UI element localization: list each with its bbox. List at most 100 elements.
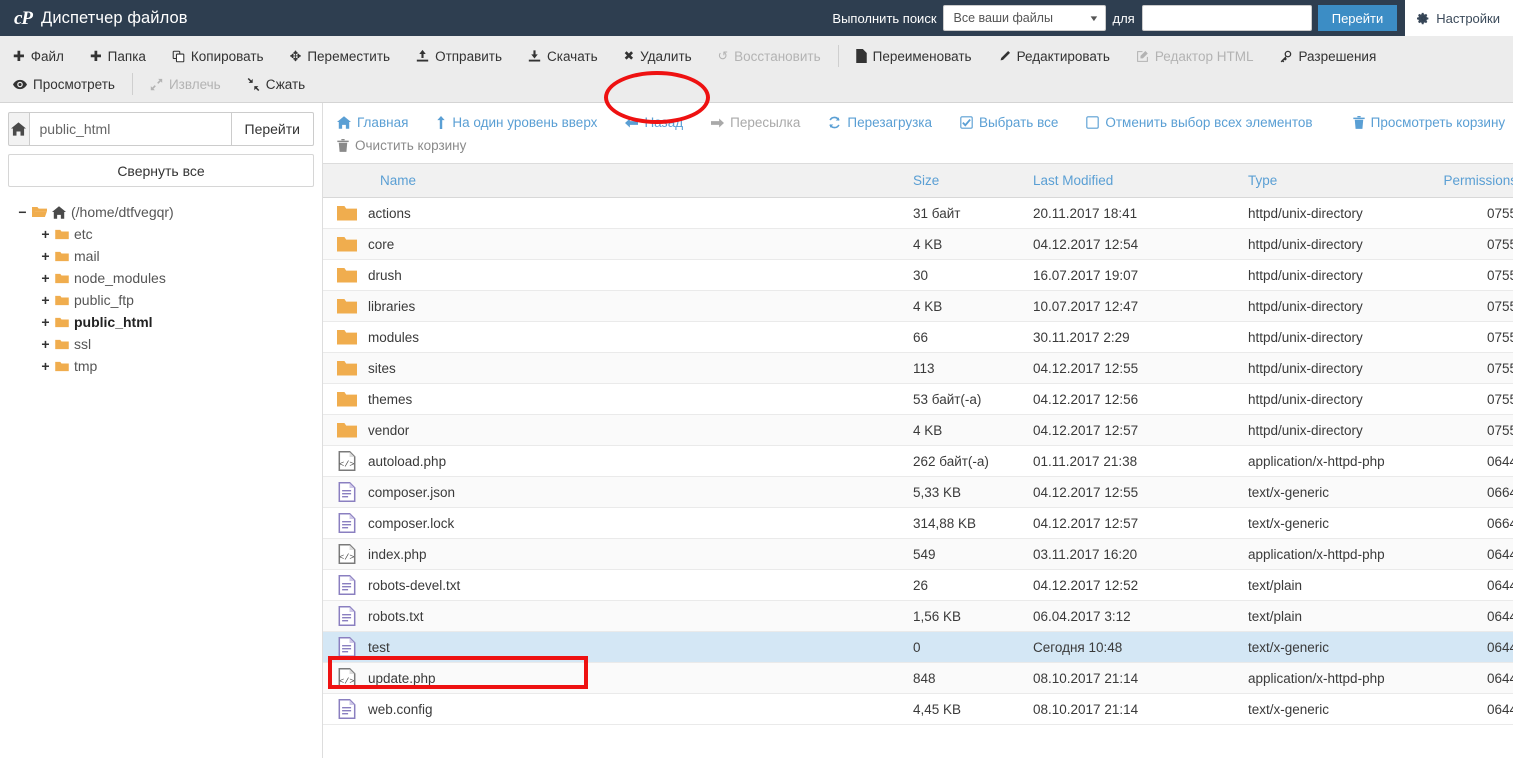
table-row[interactable]: composer.json 5,33 KB 04.12.2017 12:55 text… bbox=[323, 476, 1513, 508]
permissions-button[interactable]: Разрешения bbox=[1266, 45, 1389, 68]
twisty-expand-icon[interactable]: + bbox=[41, 226, 50, 242]
twisty-expand-icon[interactable]: + bbox=[41, 270, 50, 286]
tree-node-public_html[interactable]: + public_html bbox=[8, 311, 314, 333]
file-permissions-cell: 0664 bbox=[1486, 515, 1513, 531]
twisty-collapse-icon[interactable]: − bbox=[18, 204, 27, 220]
path-input[interactable] bbox=[29, 112, 232, 146]
table-row[interactable]: drush 30 16.07.2017 19:07 httpd/unix-direct… bbox=[323, 260, 1513, 291]
file-name-cell[interactable]: composer.lock bbox=[323, 508, 913, 539]
column-header-last-modified[interactable]: Last Modified bbox=[1033, 164, 1248, 198]
copy-icon bbox=[172, 50, 185, 63]
file-name-cell[interactable]: drush bbox=[323, 260, 913, 291]
table-row[interactable]: composer.lock 314,88 KB 04.12.2017 12:57 te… bbox=[323, 508, 1513, 539]
search-input[interactable] bbox=[1141, 5, 1312, 31]
file-manager-page: cP Диспетчер файлов Выполнить поиск Все … bbox=[0, 0, 1513, 759]
folder-icon bbox=[55, 317, 69, 328]
file-name-cell[interactable]: test bbox=[323, 632, 913, 663]
table-row[interactable]: themes 53 байт(-а) 04.12.2017 12:56 httpd/u… bbox=[323, 384, 1513, 415]
file-name-cell[interactable]: libraries bbox=[323, 291, 913, 322]
table-row[interactable]: core 4 KB 04.12.2017 12:54 httpd/unix-direc… bbox=[323, 228, 1513, 260]
download-button[interactable]: Скачать bbox=[515, 45, 611, 68]
column-header-name[interactable]: Name bbox=[323, 164, 913, 198]
x-icon: ✖ bbox=[623, 48, 635, 63]
upload-button[interactable]: Отправить bbox=[403, 45, 515, 68]
file-modified-cell: 10.07.2017 12:47 bbox=[1033, 298, 1139, 314]
path-go-button[interactable]: Перейти bbox=[231, 112, 314, 146]
file-modified-cell: 06.04.2017 3:12 bbox=[1033, 608, 1131, 624]
delete-button[interactable]: ✖ Удалить bbox=[611, 45, 705, 68]
twisty-expand-icon[interactable]: + bbox=[41, 248, 50, 264]
file-name-cell[interactable]: composer.json bbox=[323, 477, 913, 508]
column-header-type[interactable]: Type bbox=[1248, 164, 1433, 198]
compress-button[interactable]: Сжать bbox=[234, 73, 319, 96]
file-name-cell[interactable]: actions bbox=[323, 198, 913, 229]
tree-node-node_modules[interactable]: + node_modules bbox=[8, 267, 314, 289]
settings-button[interactable]: Настройки bbox=[1405, 0, 1513, 36]
trash-icon bbox=[1352, 116, 1365, 129]
copy-button[interactable]: Копировать bbox=[159, 45, 277, 68]
twisty-expand-icon[interactable]: + bbox=[41, 358, 50, 374]
search-scope-select[interactable]: Все ваши файлы ▼ bbox=[942, 5, 1106, 31]
twisty-expand-icon[interactable]: + bbox=[41, 336, 50, 352]
table-row[interactable]: robots-devel.txt 26 04.12.2017 12:52 text/p… bbox=[323, 570, 1513, 601]
nav-unselect-all[interactable]: Отменить выбор всех элементов bbox=[1072, 111, 1326, 134]
tree-node-tmp[interactable]: + tmp bbox=[8, 355, 314, 377]
nav-home[interactable]: Главная bbox=[323, 111, 422, 134]
new-folder-button[interactable]: ✚ Папка bbox=[77, 45, 159, 68]
table-row[interactable]: libraries 4 KB 10.07.2017 12:47 httpd/unix-… bbox=[323, 290, 1513, 322]
main-toolbar: ✚ Файл ✚ Папка Копировать ✥ Переместить bbox=[0, 36, 1513, 124]
file-name-cell[interactable]: themes bbox=[323, 384, 913, 415]
tree-node-public_ftp[interactable]: + public_ftp bbox=[8, 289, 314, 311]
twisty-expand-icon[interactable]: + bbox=[41, 314, 50, 330]
new-file-button[interactable]: ✚ Файл bbox=[0, 45, 77, 68]
view-button[interactable]: Просмотреть bbox=[0, 73, 128, 96]
svg-text:</>: </> bbox=[339, 459, 354, 469]
table-row[interactable]: modules 66 30.11.2017 2:29 httpd/unix-direc… bbox=[323, 322, 1513, 353]
file-name-cell[interactable]: vendor bbox=[323, 415, 913, 446]
nav-view-trash[interactable]: Просмотреть корзину bbox=[1339, 111, 1513, 134]
file-name-cell[interactable]: </> update.php bbox=[323, 663, 913, 694]
pencil-icon bbox=[998, 50, 1011, 63]
twisty-expand-icon[interactable]: + bbox=[41, 292, 50, 308]
table-row[interactable]: </> index.php 549 03.11.2017 16:20 applicati… bbox=[323, 538, 1513, 570]
search-go-button[interactable]: Перейти bbox=[1317, 5, 1398, 31]
column-header-size[interactable]: Size bbox=[913, 164, 1033, 198]
table-row[interactable]: actions 31 байт 20.11.2017 18:41 httpd/unix… bbox=[323, 198, 1513, 229]
tree-node-root[interactable]: − (/home/dtfvegqr) bbox=[8, 201, 314, 223]
eye-icon bbox=[13, 79, 27, 90]
table-row[interactable]: sites 113 04.12.2017 12:55 httpd/unix-direc… bbox=[323, 352, 1513, 384]
table-row[interactable]: robots.txt 1,56 KB 06.04.2017 3:12 text/pla… bbox=[323, 600, 1513, 632]
table-row[interactable]: web.config 4,45 KB 08.10.2017 21:14 text/x-… bbox=[323, 694, 1513, 725]
nav-reload[interactable]: Перезагрузка bbox=[814, 111, 946, 134]
folder-icon bbox=[55, 295, 69, 306]
file-name-cell[interactable]: web.config bbox=[323, 694, 913, 725]
file-name-cell[interactable]: </> index.php bbox=[323, 539, 913, 570]
file-name-cell[interactable]: sites bbox=[323, 353, 913, 384]
tree-node-etc[interactable]: + etc bbox=[8, 223, 314, 245]
rename-button[interactable]: Переименовать bbox=[843, 45, 985, 68]
column-header-permissions[interactable]: Permissions bbox=[1433, 164, 1513, 198]
nav-up-one-level[interactable]: На один уровень вверх bbox=[422, 111, 611, 134]
folder-open-icon bbox=[32, 206, 47, 218]
tree-node-mail[interactable]: + mail bbox=[8, 245, 314, 267]
tree-node-ssl[interactable]: + ssl bbox=[8, 333, 314, 355]
table-row[interactable]: vendor 4 KB 04.12.2017 12:57 httpd/unix-dir… bbox=[323, 414, 1513, 446]
file-name-cell[interactable]: robots-devel.txt bbox=[323, 570, 913, 601]
table-row[interactable]: test 0 Сегодня 10:48 text/x-generic 0644 bbox=[323, 631, 1513, 663]
table-row[interactable]: </> update.php 848 08.10.2017 21:14 applicat… bbox=[323, 662, 1513, 694]
file-name-cell[interactable]: core bbox=[323, 229, 913, 260]
table-row[interactable]: </> autoload.php 262 байт(-а) 01.11.2017 21… bbox=[323, 446, 1513, 477]
home-icon[interactable] bbox=[8, 112, 30, 146]
collapse-all-button[interactable]: Свернуть все bbox=[8, 154, 314, 187]
svg-text:</>: </> bbox=[339, 676, 354, 686]
plus-icon: ✚ bbox=[13, 48, 25, 64]
nav-back[interactable]: Назад bbox=[611, 111, 697, 134]
move-button[interactable]: ✥ Переместить bbox=[277, 45, 403, 68]
nav-empty-trash[interactable]: Очистить корзину bbox=[323, 134, 480, 157]
file-name-cell[interactable]: </> autoload.php bbox=[323, 446, 913, 477]
file-name-cell[interactable]: modules bbox=[323, 322, 913, 353]
edit-button[interactable]: Редактировать bbox=[985, 45, 1123, 68]
nav-select-all[interactable]: Выбрать все bbox=[946, 111, 1072, 134]
file-name-cell[interactable]: robots.txt bbox=[323, 601, 913, 632]
file-size-cell: 31 байт bbox=[913, 205, 961, 221]
